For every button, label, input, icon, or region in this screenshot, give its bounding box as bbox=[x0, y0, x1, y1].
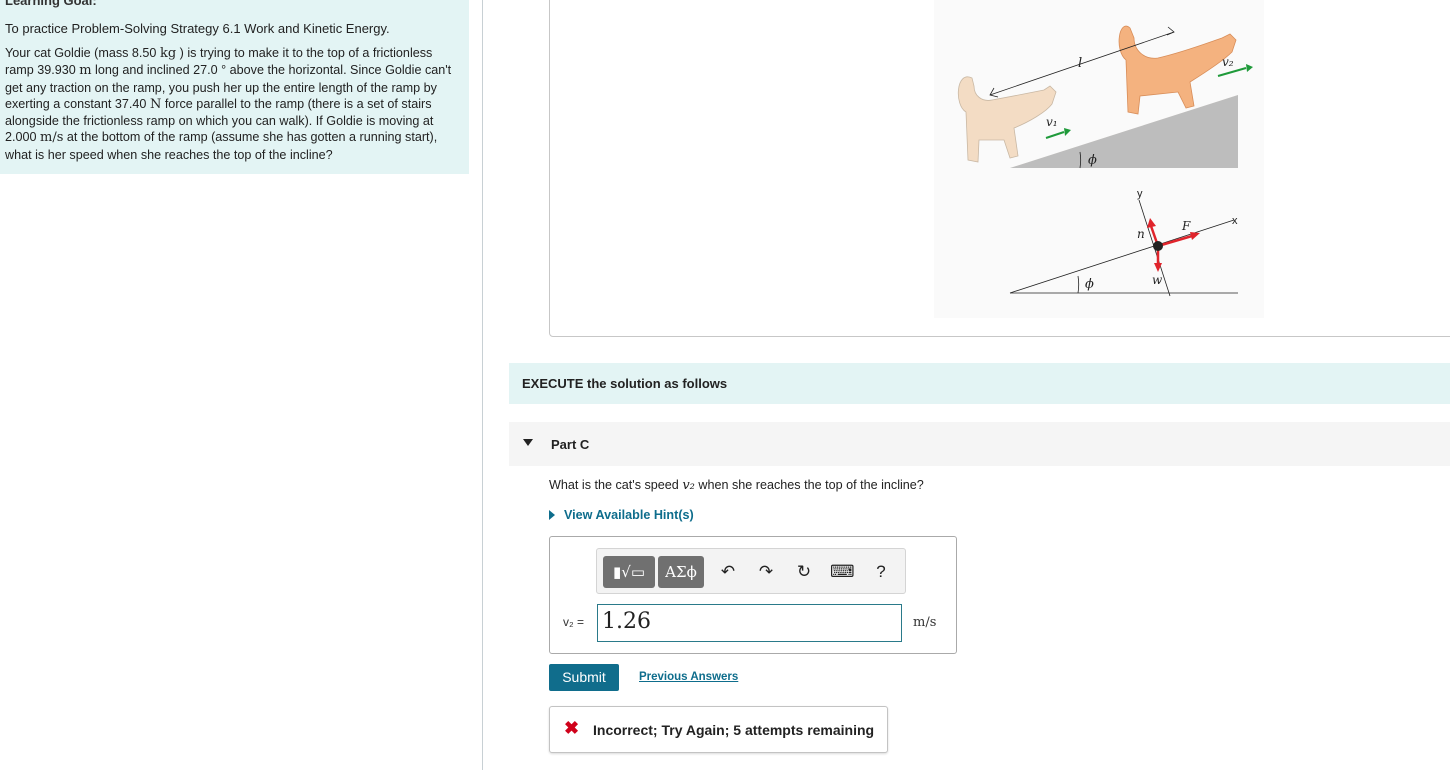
cat-bottom-figure bbox=[957, 76, 1057, 163]
label-w: w bbox=[1152, 273, 1163, 287]
feedback-box: ✖ Incorrect; Try Again; 5 attempts remai… bbox=[549, 706, 888, 753]
previous-answers-link[interactable]: Previous Answers bbox=[639, 671, 738, 683]
incorrect-icon: ✖ bbox=[564, 718, 580, 738]
expand-triangle-icon bbox=[549, 510, 555, 520]
fbd-x-axis bbox=[1009, 219, 1235, 294]
label-l: l bbox=[1078, 56, 1082, 71]
label-n: n bbox=[1137, 227, 1145, 241]
problem-statement: Your cat Goldie (mass 8.50 kg ) is tryin… bbox=[5, 46, 452, 162]
learning-goal-text: To practice Problem-Solving Strategy 6.1… bbox=[5, 21, 390, 36]
part-title: Part C bbox=[551, 437, 590, 452]
undo-icon[interactable]: ↶ bbox=[716, 561, 740, 583]
view-hints-link[interactable]: View Available Hint(s) bbox=[549, 508, 694, 522]
greek-symbols-button[interactable]: ΑΣϕ bbox=[658, 556, 704, 588]
math-toolbar: ▮√▭ ΑΣϕ ↶ ↷ ↻ ⌨ ? bbox=[596, 548, 906, 594]
learning-goal-heading: Learning Goal: bbox=[5, 0, 97, 8]
answer-input[interactable]: 1.26 bbox=[597, 604, 902, 642]
ramp-figure: l v₁ v₂ ϕ y x ϕ n F w bbox=[934, 0, 1264, 318]
execute-banner: EXECUTE the solution as follows bbox=[509, 363, 1450, 404]
panel-divider bbox=[482, 0, 483, 770]
help-icon[interactable]: ? bbox=[869, 561, 893, 583]
answer-variable-label: v₂ = bbox=[563, 615, 584, 629]
label-v2: v₂ bbox=[1222, 55, 1234, 69]
submit-button[interactable]: Submit bbox=[549, 664, 619, 691]
label-phi-top: ϕ bbox=[1088, 153, 1097, 168]
label-x: x bbox=[1232, 215, 1238, 227]
velocity-v2-arrow bbox=[1217, 67, 1247, 77]
part-c-header[interactable]: Part C bbox=[509, 422, 1450, 466]
cat-point-mass bbox=[1153, 241, 1163, 251]
ramp-diagram: l v₁ v₂ ϕ y x ϕ n F w bbox=[957, 25, 1253, 297]
question-text: What is the cat's speed v₂ when she reac… bbox=[549, 478, 924, 493]
velocity-v1-arrow bbox=[1045, 131, 1065, 139]
label-v1: v₁ bbox=[1046, 115, 1058, 129]
templates-button[interactable]: ▮√▭ bbox=[603, 556, 655, 588]
keyboard-icon[interactable]: ⌨ bbox=[830, 561, 855, 583]
redo-icon[interactable]: ↷ bbox=[754, 561, 778, 583]
execute-label: EXECUTE the solution as follows bbox=[522, 376, 728, 391]
answer-container: ▮√▭ ΑΣϕ ↶ ↷ ↻ ⌨ ? v₂ = 1.26 m/s bbox=[549, 536, 957, 654]
label-phi-bottom: ϕ bbox=[1085, 277, 1094, 292]
reset-icon[interactable]: ↻ bbox=[792, 561, 816, 583]
learning-goal-panel: Learning Goal: To practice Problem-Solvi… bbox=[0, 0, 469, 174]
collapse-triangle-icon[interactable] bbox=[523, 439, 533, 446]
push-force-arrow bbox=[1157, 234, 1193, 248]
label-y: y bbox=[1137, 188, 1143, 200]
label-F: F bbox=[1181, 219, 1191, 233]
cat-top-figure bbox=[1118, 25, 1237, 115]
answer-unit: m/s bbox=[913, 615, 937, 630]
feedback-text: Incorrect; Try Again; 5 attempts remaini… bbox=[593, 722, 875, 738]
